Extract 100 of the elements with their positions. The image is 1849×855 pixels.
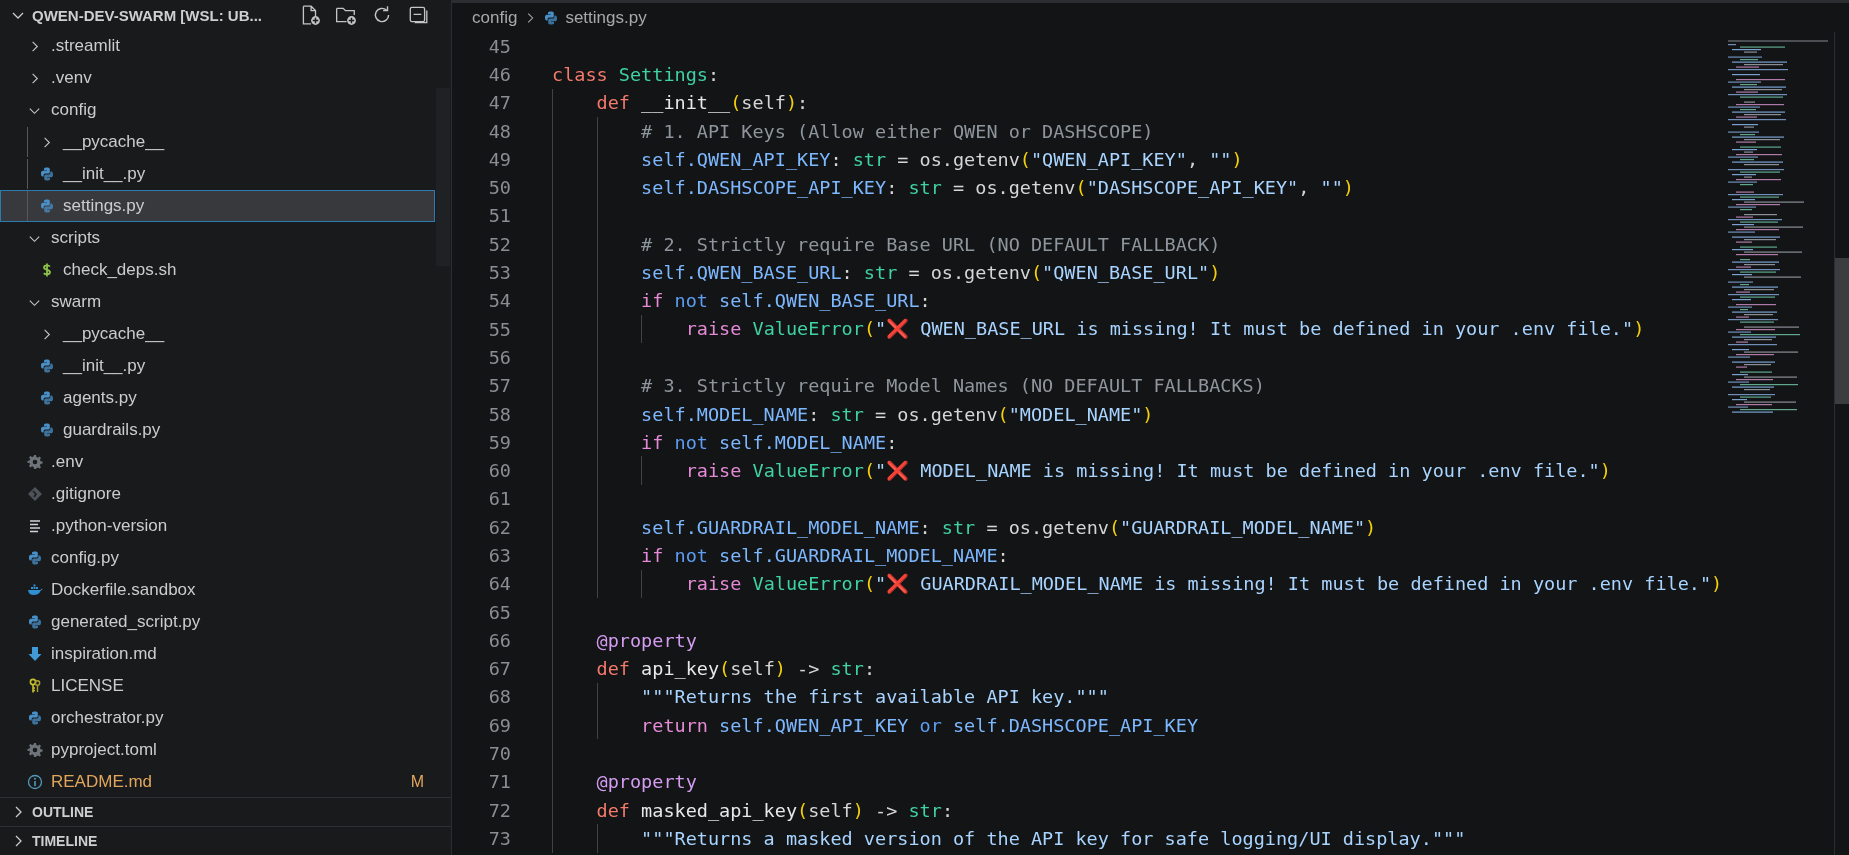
file-tree-item[interactable]: scripts [0, 222, 435, 254]
python-icon [39, 358, 55, 374]
file-tree-item[interactable]: README.md M [0, 766, 435, 798]
line-number: 54 [487, 290, 511, 312]
line-number: 48 [487, 120, 511, 142]
line-number: 56 [487, 346, 511, 368]
file-tree-item[interactable]: check_deps.sh [0, 254, 435, 286]
line-number: 51 [487, 205, 511, 227]
code-line: self.DASHSCOPE_API_KEY: str = os.getenv("DASHSCOPE_API_KEY", "") [640, 177, 1354, 199]
line-number: 68 [487, 686, 511, 708]
code-line: raise ValueError("❌ QWEN_BASE_URL is missing! It must be defined in your .env file.") [684, 318, 1645, 341]
code-line: def masked_api_key(self) -> str: [595, 799, 953, 821]
code-line: self.QWEN_API_KEY: str = os.getenv("QWEN_API_KEY", "") [640, 148, 1243, 170]
file-tree-item[interactable]: Dockerfile.sandbox [0, 574, 435, 606]
python-icon [39, 390, 55, 406]
file-tree-item[interactable]: agents.py [0, 382, 435, 414]
info-icon [27, 774, 43, 790]
python-icon [543, 9, 560, 26]
diamond-icon [27, 486, 43, 502]
file-tree-item[interactable]: .gitignore [0, 478, 435, 510]
file-tree-item[interactable]: __pycache__ [0, 318, 435, 350]
file-tree-item[interactable]: pyproject.toml [0, 734, 435, 766]
line-number: 62 [487, 516, 511, 538]
file-tree-item[interactable]: LICENSE [0, 670, 435, 702]
line-number: 52 [487, 233, 511, 255]
line-number: 64 [487, 573, 511, 595]
line-number: 45 [487, 35, 511, 57]
file-tree-item[interactable]: .venv [0, 62, 435, 94]
line-number: 49 [487, 148, 511, 170]
gear-icon [27, 742, 43, 758]
line-number: 61 [487, 488, 511, 510]
line-number: 66 [487, 629, 511, 651]
code-line: """Returns the first available API key.""" [640, 686, 1109, 708]
code-line: if not self.MODEL_NAME: [640, 431, 898, 453]
line-number: 70 [487, 743, 511, 765]
line-number: 46 [487, 63, 511, 85]
python-icon [39, 422, 55, 438]
file-tree-item[interactable]: generated_script.py [0, 606, 435, 638]
whale-icon [27, 582, 43, 598]
python-icon [27, 550, 43, 566]
line-number: 47 [487, 92, 511, 114]
code-line: self.QWEN_BASE_URL: str = os.getenv("QWEN_BASE_URL") [640, 262, 1221, 283]
code-line: @property [595, 629, 697, 651]
line-number: 63 [487, 545, 511, 566]
line-number: 69 [487, 714, 511, 736]
explorer-title[interactable]: QWEN-DEV-SWARM [WSL: UB... [32, 6, 262, 24]
file-tree-item[interactable]: config [0, 94, 435, 126]
python-icon [27, 710, 43, 726]
python-icon [39, 198, 55, 214]
line-number: 59 [487, 431, 511, 453]
line-number: 65 [487, 601, 511, 623]
scrollbar-thumb[interactable] [436, 88, 450, 266]
code-line: raise ValueError("❌ GUARDRAIL_MODEL_NAME is missing! It must be defined in your .env file.") [684, 572, 1723, 595]
line-number: 53 [487, 262, 511, 283]
line-number: 71 [487, 771, 511, 793]
python-icon [27, 614, 43, 630]
file-tree-item[interactable]: __init__.py [0, 158, 435, 190]
file-tree-item[interactable]: __pycache__ [0, 126, 435, 158]
down-arrow-icon [27, 646, 43, 662]
code-line: """Returns a masked version of the API key for safe logging/UI display.""" [640, 827, 1466, 849]
file-tree-item[interactable]: config.py [0, 542, 435, 574]
line-number: 67 [487, 658, 511, 680]
file-tree-item[interactable]: __init__.py [0, 350, 435, 382]
file-tree-item[interactable]: guardrails.py [0, 414, 435, 446]
line-number: 60 [487, 460, 511, 482]
code-line: if not self.QWEN_BASE_URL: [640, 290, 931, 312]
code-line: class Settings: [552, 63, 720, 85]
gear-icon [27, 454, 43, 470]
line-number: 57 [487, 375, 511, 397]
file-tree-item[interactable]: .streamlit [0, 30, 435, 62]
code-line: return self.QWEN_API_KEY or self.DASHSCOPE_API_KEY [640, 714, 1199, 736]
panel-header[interactable]: OUTLINE [0, 797, 451, 826]
code-line: if not self.GUARDRAIL_MODEL_NAME: [640, 545, 1009, 566]
breadcrumb-item[interactable]: settings.py [565, 7, 647, 28]
file-tree-item[interactable]: orchestrator.py [0, 702, 435, 734]
code-line: def api_key(self) -> str: [595, 658, 876, 680]
file-tree-item[interactable]: .python-version [0, 510, 435, 542]
line-number: 58 [487, 403, 511, 425]
code-line: # 1. API Keys (Allow either QWEN or DASHSCOPE) [640, 120, 1154, 142]
code-line: @property [595, 771, 697, 793]
code-line: self.MODEL_NAME: str = os.getenv("MODEL_NAME") [640, 403, 1154, 425]
python-icon [39, 166, 55, 182]
panel-header[interactable]: TIMELINE [0, 826, 451, 855]
scrollbar-thumb[interactable] [1835, 258, 1849, 404]
line-number: 50 [487, 177, 511, 199]
collapse-all-icon[interactable] [407, 4, 429, 26]
code-line: raise ValueError("❌ MODEL_NAME is missing! It must be defined in your .env file.") [684, 459, 1611, 482]
line-number: 73 [487, 827, 511, 849]
text-lines-icon [27, 518, 43, 534]
file-tree-item[interactable]: swarm [0, 286, 435, 318]
file-tree-item[interactable]: inspiration.md [0, 638, 435, 670]
code-line: self.GUARDRAIL_MODEL_NAME: str = os.getenv("GUARDRAIL_MODEL_NAME") [640, 516, 1377, 538]
code-line: # 2. Strictly require Base URL (NO DEFAULT FALLBACK) [640, 233, 1221, 255]
breadcrumb-item[interactable]: config [472, 7, 518, 28]
file-tree-item[interactable]: .env [0, 446, 435, 478]
line-number: 72 [487, 799, 511, 821]
file-tree-item[interactable]: settings.py [0, 190, 435, 222]
git-status-letter: M [410, 773, 424, 791]
line-number: 55 [487, 318, 511, 340]
key-icon [27, 678, 43, 694]
